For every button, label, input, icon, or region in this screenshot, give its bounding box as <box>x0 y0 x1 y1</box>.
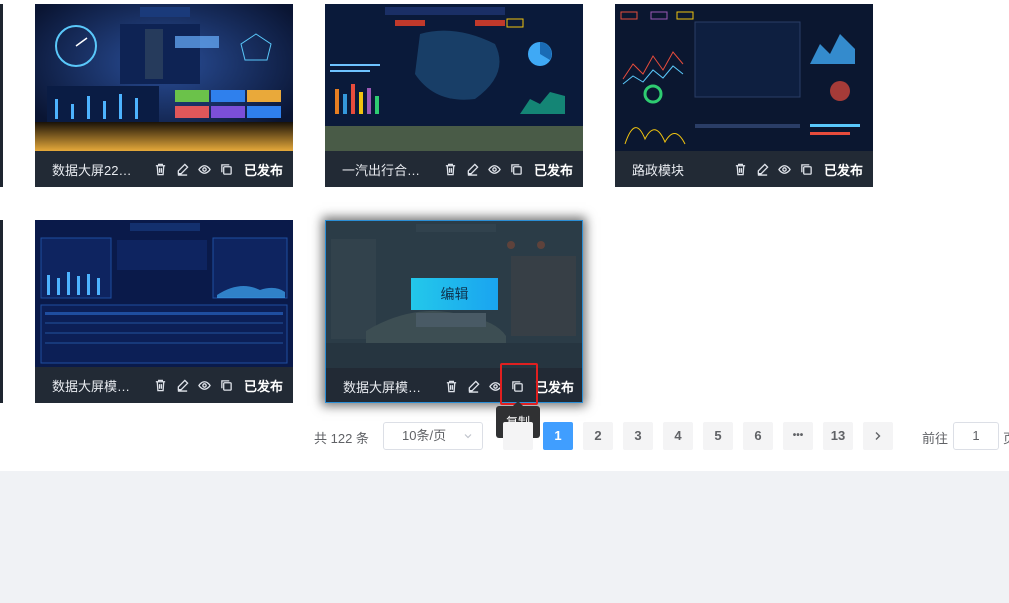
status-label: 已发布 <box>823 162 863 178</box>
partial-card-left-2 <box>0 220 3 403</box>
edit-icon[interactable] <box>467 379 481 393</box>
preview-eye-icon[interactable] <box>198 162 212 176</box>
goto-label: 前往 <box>922 431 949 446</box>
copy-icon[interactable] <box>220 162 234 176</box>
more-pages-button[interactable]: ••• <box>783 422 813 450</box>
card-footer: 路政模块 已发布 <box>615 151 873 187</box>
card-title: 数据大屏模板44 <box>52 378 138 394</box>
page-button-13[interactable]: 13 <box>823 422 853 450</box>
status-label: 已发布 <box>243 162 283 178</box>
partial-card-left-1 <box>0 4 3 187</box>
card-title: 一汽出行合同B... <box>342 162 428 178</box>
chevron-right-icon <box>875 432 881 440</box>
copy-icon-highlight <box>500 363 538 405</box>
card-thumbnail[interactable] <box>325 4 583 151</box>
card-title: 数据大屏模板46 <box>343 379 429 395</box>
chevron-down-icon <box>464 434 472 439</box>
preview-eye-icon[interactable] <box>488 162 502 176</box>
card-footer: 数据大屏222555 已发布 <box>35 151 293 187</box>
card-footer: 数据大屏模板46 已发布 <box>326 368 582 402</box>
copy-icon[interactable] <box>220 378 234 392</box>
delete-icon[interactable] <box>444 162 458 176</box>
status-label: 已发布 <box>243 378 283 394</box>
preview-eye-icon[interactable] <box>778 162 792 176</box>
card-footer: 数据大屏模板44 已发布 <box>35 367 293 403</box>
copy-icon[interactable] <box>510 162 524 176</box>
card-thumbnail[interactable] <box>35 220 293 367</box>
page-size-select[interactable]: 10条/页 <box>383 422 483 450</box>
card-footer: 一汽出行合同B... 已发布 <box>325 151 583 187</box>
edit-button[interactable]: 编辑 <box>411 278 498 310</box>
goto-page-input[interactable]: 1 <box>953 422 999 450</box>
status-label: 已发布 <box>533 162 573 178</box>
preview-eye-icon[interactable] <box>198 378 212 392</box>
dashboard-card[interactable]: 数据大屏222555 已发布 <box>35 4 293 187</box>
edit-icon[interactable] <box>176 378 190 392</box>
card-thumbnail[interactable] <box>35 4 293 151</box>
delete-icon[interactable] <box>734 162 748 176</box>
dashboard-card[interactable]: 数据大屏模板44 已发布 <box>35 220 293 403</box>
dashboard-card[interactable]: 一汽出行合同B... 已发布 <box>325 4 583 187</box>
page-button-2[interactable]: 2 <box>583 422 613 450</box>
card-thumbnail[interactable] <box>615 4 873 151</box>
page-size-value: 10条/页 <box>402 428 447 443</box>
page-button-6[interactable]: 6 <box>743 422 773 450</box>
page-button-5[interactable]: 5 <box>703 422 733 450</box>
prev-page-button[interactable] <box>503 422 533 450</box>
delete-icon[interactable] <box>154 378 168 392</box>
card-title: 路政模块 <box>632 162 685 178</box>
next-page-button[interactable] <box>863 422 893 450</box>
goto-suffix: 页 <box>1003 428 1009 447</box>
edit-icon[interactable] <box>756 162 770 176</box>
edit-icon[interactable] <box>466 162 480 176</box>
card-title: 数据大屏222555 <box>52 162 138 178</box>
status-label: 已发布 <box>534 379 574 395</box>
page-button-1[interactable]: 1 <box>543 422 573 450</box>
page-button-4[interactable]: 4 <box>663 422 693 450</box>
dashboard-card-hovered[interactable]: 数据大屏模板46 已发布 编辑 <box>325 220 583 403</box>
edit-icon[interactable] <box>176 162 190 176</box>
delete-icon[interactable] <box>154 162 168 176</box>
delete-icon[interactable] <box>445 379 459 393</box>
page-button-3[interactable]: 3 <box>623 422 653 450</box>
pagination-total: 共 122 条 <box>314 431 369 446</box>
dashboard-card[interactable]: 路政模块 已发布 <box>615 4 873 187</box>
copy-icon[interactable] <box>800 162 814 176</box>
